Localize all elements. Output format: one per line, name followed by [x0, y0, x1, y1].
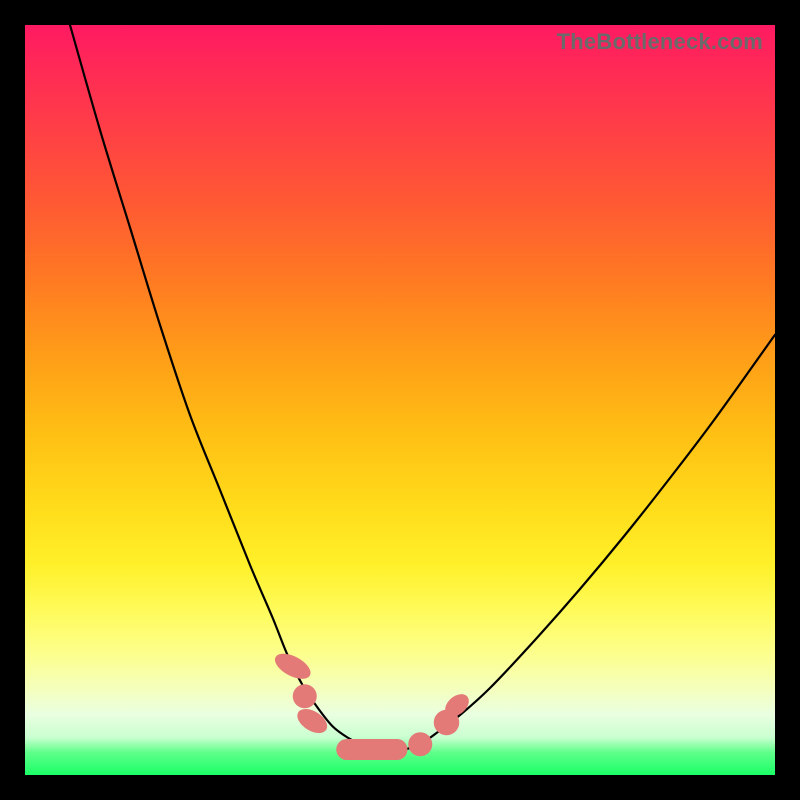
curve-markers-group — [271, 648, 473, 760]
chart-svg — [25, 25, 775, 775]
bottleneck-curve — [70, 25, 775, 750]
curve-marker-dot — [293, 684, 317, 708]
curve-marker-dot — [408, 732, 432, 756]
chart-frame: TheBottleneck.com — [25, 25, 775, 775]
curve-marker-ellipse — [271, 648, 315, 684]
curve-marker-ellipse — [293, 704, 331, 738]
curve-marker-pill — [336, 739, 407, 760]
